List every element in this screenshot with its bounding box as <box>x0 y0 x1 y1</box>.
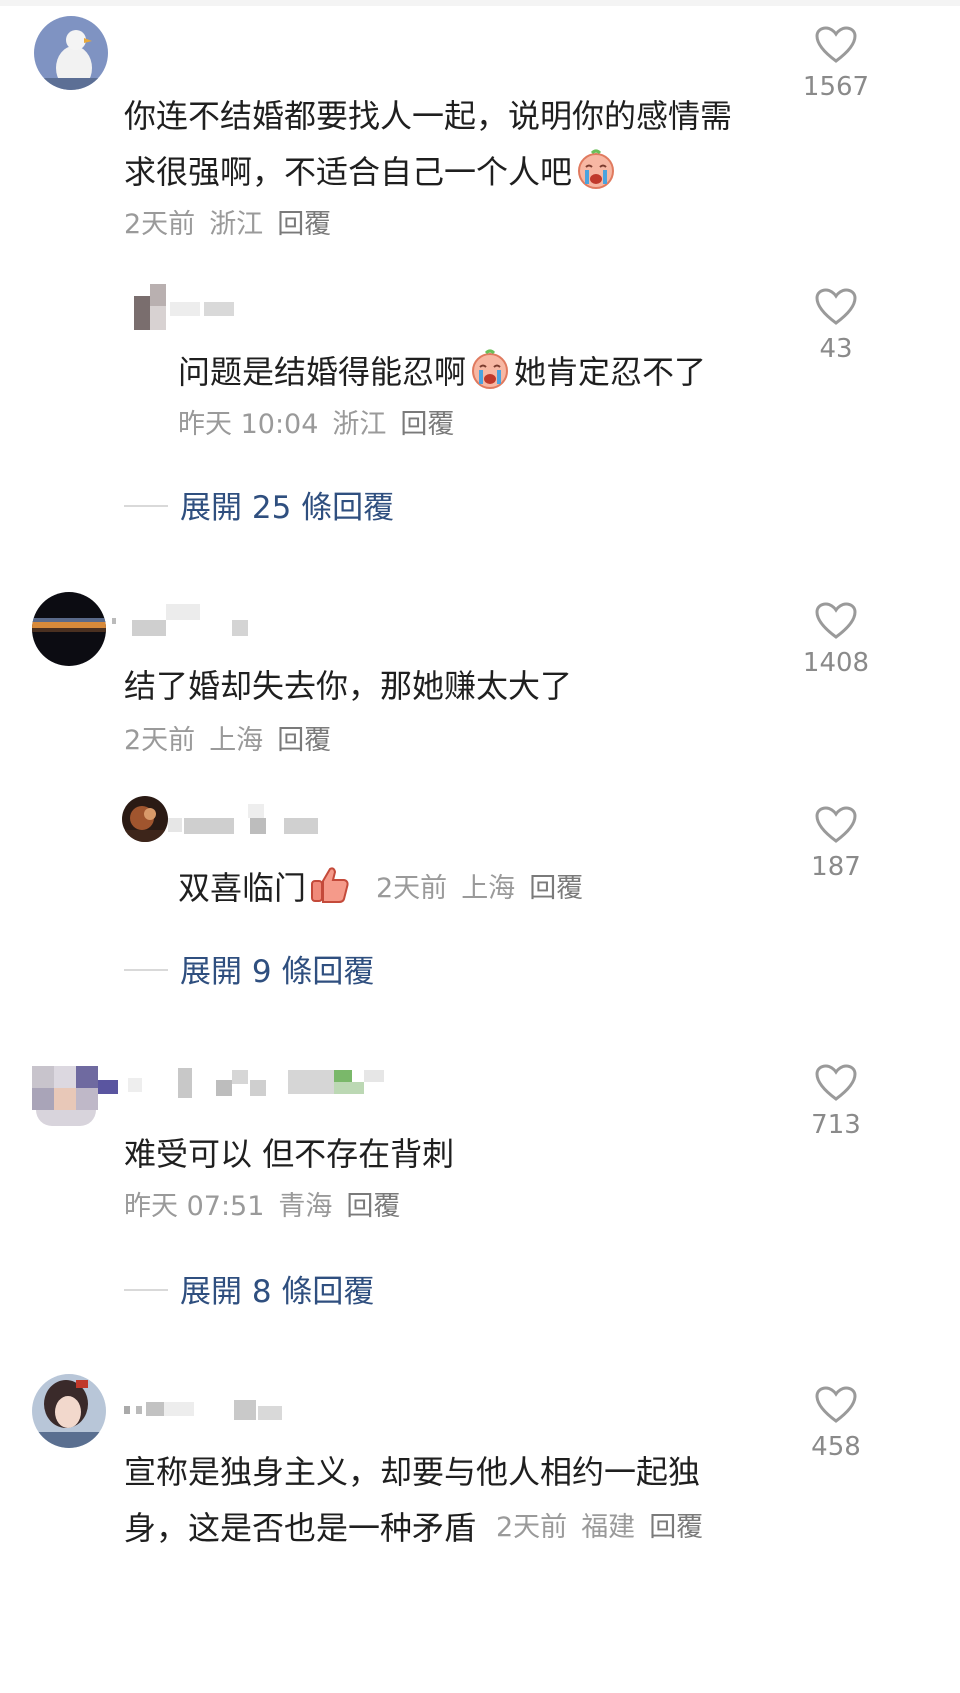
heart-outline-icon <box>815 806 857 843</box>
comment-location: 青海 <box>278 1191 333 1222</box>
like-count: 1408 <box>802 648 870 678</box>
reply-text: 双喜临门 <box>178 858 354 918</box>
comment-meta: 2天前 浙江 回覆 <box>124 208 345 242</box>
reply-button[interactable]: 回覆 <box>400 409 454 440</box>
top-divider <box>0 0 960 6</box>
comment-text: 宣称是独身主义，却要与他人相约一起独 <box>124 1453 701 1491</box>
reply-button[interactable]: 回覆 <box>529 873 583 904</box>
divider-dash <box>124 1288 168 1291</box>
avatar[interactable] <box>32 592 106 666</box>
comment-text: 身，这是否也是一种矛盾 <box>124 1509 477 1547</box>
like-count: 713 <box>811 1110 861 1140</box>
reply-button[interactable]: 回覆 <box>346 1191 400 1222</box>
thumbs-up-icon <box>311 867 349 903</box>
avatar[interactable] <box>34 16 108 90</box>
comment-time: 2天前 <box>124 725 196 756</box>
crying-face-icon <box>472 349 509 389</box>
reply-button[interactable]: 回覆 <box>649 1512 703 1543</box>
like-count: 458 <box>811 1432 861 1462</box>
comment-time: 2天前 <box>496 1512 568 1543</box>
comment-text: 难受可以 但不存在背刺 <box>124 1135 455 1173</box>
like-button[interactable]: 713 <box>806 1064 866 1140</box>
comment-location: 上海 <box>209 725 264 756</box>
heart-outline-icon <box>815 26 857 63</box>
heart-outline-icon <box>815 288 857 325</box>
comment-meta: 昨天 07:51 青海 回覆 <box>124 1190 414 1224</box>
reply-meta: 2天前 上海 回覆 <box>376 872 597 906</box>
watermark-fade <box>700 1510 960 1550</box>
reply-button[interactable]: 回覆 <box>277 209 331 240</box>
like-count: 43 <box>819 334 853 364</box>
expand-replies-button[interactable]: 展開 25 條回覆 <box>124 482 394 527</box>
comment-text: 你连不结婚都要找人一起，说明你的感情需 <box>124 97 733 135</box>
reply-button[interactable]: 回覆 <box>277 725 331 756</box>
comment-time: 昨天 07:51 <box>124 1191 265 1222</box>
comment-time: 2天前 <box>124 209 196 240</box>
username-blurred[interactable] <box>112 604 272 640</box>
comment-meta: 2天前 上海 回覆 <box>124 724 345 758</box>
expand-replies-button[interactable]: 展開 9 條回覆 <box>124 946 374 991</box>
heart-outline-icon <box>815 1064 857 1101</box>
like-count: 187 <box>811 852 861 882</box>
heart-outline-icon <box>815 1386 857 1423</box>
reply-avatar-blurred[interactable] <box>134 284 244 330</box>
reply-location: 上海 <box>461 873 516 904</box>
reply-time: 昨天 10:04 <box>178 409 319 440</box>
avatar-blurred[interactable] <box>32 1066 122 1126</box>
reply-location: 浙江 <box>332 409 387 440</box>
like-button[interactable]: 43 <box>806 288 866 364</box>
reply-meta: 昨天 10:04 浙江 回覆 <box>178 408 468 442</box>
like-button[interactable]: 1567 <box>803 26 869 102</box>
reply-text: 问题是结婚得能忍啊 她肯定忍不了 <box>178 342 706 402</box>
avatar[interactable] <box>32 1374 106 1448</box>
divider-dash <box>124 968 168 971</box>
heart-outline-icon <box>815 602 857 639</box>
like-button[interactable]: 1408 <box>803 602 869 678</box>
divider-dash <box>124 504 168 507</box>
reply-time: 2天前 <box>376 873 448 904</box>
username-blurred[interactable] <box>128 1066 408 1102</box>
username-blurred[interactable] <box>124 1392 294 1426</box>
comment-text: 结了婚却失去你，那她赚太大了 <box>124 667 573 705</box>
expand-replies-button[interactable]: 展開 8 條回覆 <box>124 1266 374 1311</box>
comment-location: 福建 <box>581 1512 636 1543</box>
crying-face-icon <box>578 149 615 189</box>
comment-meta: 2天前 福建 回覆 <box>496 1511 717 1545</box>
comment-text: 求很强啊，不适合自己一个人吧 <box>124 142 620 202</box>
comment-location: 浙江 <box>209 209 264 240</box>
reply-avatar[interactable] <box>122 796 168 842</box>
like-button[interactable]: 187 <box>806 806 866 882</box>
like-button[interactable]: 458 <box>806 1386 866 1462</box>
username-blurred[interactable] <box>168 804 328 838</box>
like-count: 1567 <box>802 72 870 102</box>
